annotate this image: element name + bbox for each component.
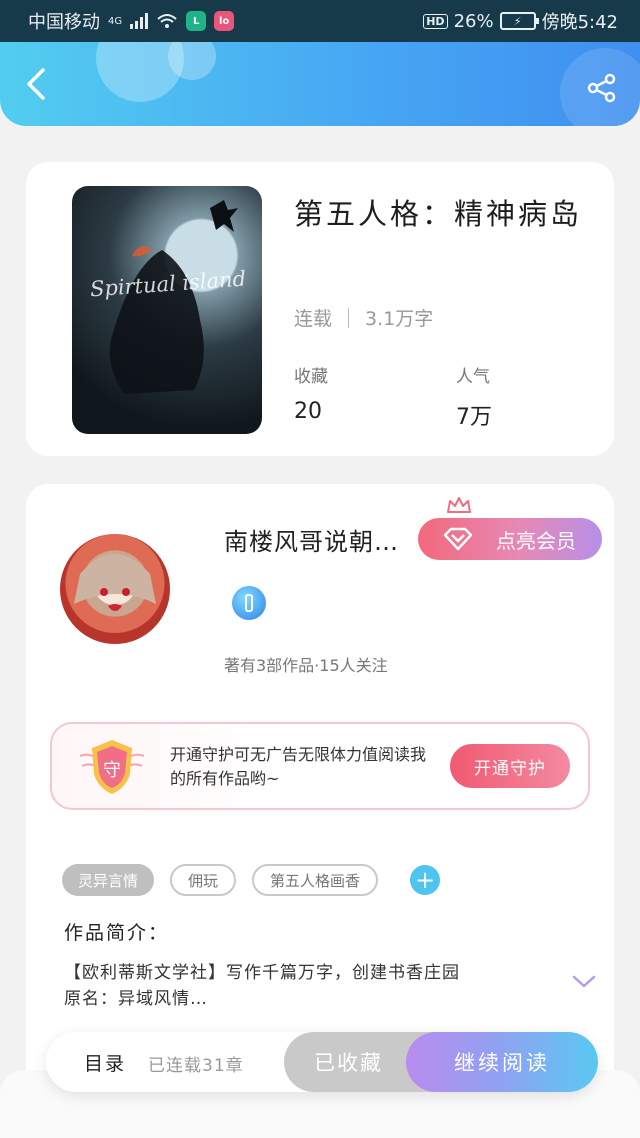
serial-status: 连载	[294, 308, 333, 330]
guard-icon-char: 守	[103, 760, 121, 781]
share-button[interactable]	[584, 70, 620, 106]
intro-heading: 作品简介：	[64, 922, 170, 944]
add-tag-button[interactable]: +	[410, 865, 441, 895]
status-left: 中国移动 4G L lo	[28, 8, 235, 34]
author-card: 南楼风哥说朝… 点亮会员 著有3部作品·15人关注 守 开通守护可无广告无限体力…	[26, 484, 614, 1104]
author-avatar[interactable]	[60, 534, 170, 644]
bottom-action-bar: 目录 已连载31章 已收藏 继续阅读	[46, 1032, 598, 1092]
activate-vip-button[interactable]: 点亮会员	[418, 518, 602, 560]
back-button[interactable]	[18, 66, 54, 102]
toc-button[interactable]: 目录	[84, 1049, 126, 1076]
tag-item[interactable]: 灵异言情	[62, 864, 155, 896]
book-title: 第五人格：精神病岛	[294, 197, 583, 231]
status-bar: 中国移动 4G L lo HD 26% ⚡ 傍晚5:42	[0, 0, 640, 42]
author-stats: 著有3部作品·15人关注	[224, 656, 388, 675]
clock: 傍晚5:42	[541, 12, 618, 33]
phone-app-icon: L	[186, 11, 207, 31]
tag-list: 灵异言情 佣玩 第五人格画香 +	[62, 864, 441, 896]
wifi-icon	[157, 14, 177, 28]
lofter-app-icon: lo	[214, 11, 235, 31]
status-right: HD 26% ⚡ 傍晚5:42	[423, 8, 618, 34]
share-icon	[587, 73, 616, 103]
favorites-value: 20	[294, 399, 322, 424]
favorites-label: 收藏	[294, 367, 328, 387]
vip-button-label: 点亮会员	[496, 528, 576, 553]
book-cover[interactable]: Spirtual island	[72, 186, 262, 434]
book-meta: 连载 3.1万字	[294, 304, 433, 331]
intro-text: 【欧利蒂斯文学社】写作千篇万字，创建书香庄园 原名：异域风情…	[64, 960, 544, 1012]
diamond-icon	[443, 527, 473, 551]
chapter-count[interactable]: 已连载31章	[148, 1051, 244, 1076]
tag-item[interactable]: 佣玩	[170, 864, 237, 896]
carrier-label: 中国移动	[28, 12, 100, 33]
crown-icon	[447, 497, 471, 513]
tag-item[interactable]: 第五人格画香	[252, 864, 379, 896]
header-bar	[0, 42, 640, 126]
plus-icon: +	[414, 866, 436, 894]
vip-button-wrap: 点亮会员	[418, 497, 602, 560]
word-count: 3.1万字	[365, 308, 434, 330]
chevron-down-icon[interactable]	[570, 972, 598, 992]
network-type: 4G	[108, 15, 123, 27]
intro-line: 原名：异域风情…	[64, 989, 208, 1009]
crow-silhouette	[109, 200, 238, 394]
popularity-label: 人气	[456, 367, 490, 387]
activate-guard-button[interactable]: 开通守护	[450, 744, 570, 788]
guard-promo-box: 守 开通守护可无广告无限体力值阅读我的所有作品哟~ 开通守护	[50, 722, 590, 810]
continue-reading-button[interactable]: 继续阅读	[406, 1032, 598, 1092]
intro-line: 【欧利蒂斯文学社】写作千篇万字，创建书香庄园	[64, 963, 460, 983]
popularity-value: 7万	[456, 405, 492, 430]
book-info-card: Spirtual island 第五人格：精神病岛 连载 3.1万字 收藏 20…	[26, 162, 614, 456]
guard-shield-icon: 守	[79, 740, 145, 794]
guard-description: 开通守护可无广告无限体力值阅读我的所有作品哟~	[170, 745, 427, 788]
author-level-badge-icon	[232, 586, 266, 620]
avatar-illustration	[74, 554, 156, 611]
battery-percent: 26%	[453, 10, 494, 32]
meta-divider	[348, 307, 350, 328]
hd-icon: HD	[423, 13, 448, 29]
author-name[interactable]: 南楼风哥说朝…	[224, 522, 399, 557]
chevron-left-icon	[27, 68, 45, 100]
signal-icon	[130, 13, 149, 29]
battery-icon: ⚡	[499, 12, 539, 30]
